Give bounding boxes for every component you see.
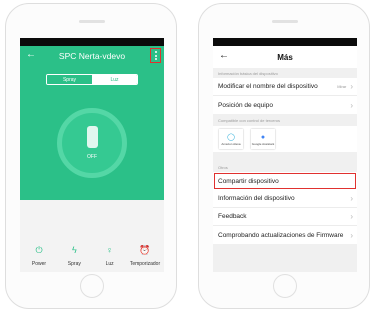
alarm-icon: ⏰ (139, 245, 151, 255)
modify-name-row[interactable]: Modificar el nombre del dispositivo Mira… (213, 78, 357, 96)
firmware-label: Comprobando actualizaciones de Firmware (218, 231, 344, 239)
timer-button[interactable]: ⏰ Temporizador (128, 244, 162, 267)
tab-light[interactable]: Luz (92, 75, 137, 84)
home-button[interactable] (80, 274, 104, 298)
mode-toggle: Spray Luz (46, 74, 138, 85)
spray-label: Spray (67, 261, 81, 267)
google-assistant-name: Google Assistant (251, 141, 275, 146)
power-icon: ⏻ (35, 245, 43, 255)
feedback-label: Feedback (218, 213, 247, 220)
app-header: ← SPC Nerta-vdevo (20, 46, 164, 66)
diffuser-icon (86, 126, 98, 148)
device-power-circle[interactable]: OFF (57, 108, 127, 178)
modify-name-value: Mirar (337, 84, 347, 89)
device-state-label: OFF (87, 154, 97, 160)
google-assistant-card[interactable]: ● Google Assistant (251, 129, 275, 149)
light-label: Luz (105, 261, 114, 267)
share-device-label: Compartir dispositivo (218, 177, 279, 185)
back-arrow-icon[interactable]: ← (219, 50, 229, 61)
light-button[interactable]: ♀ Luz (93, 244, 127, 267)
share-device-row[interactable]: Compartir dispositivo (213, 172, 357, 190)
feedback-row[interactable]: Feedback › (213, 208, 357, 226)
home-button[interactable] (273, 274, 297, 298)
settings-header: ← Más (213, 46, 357, 68)
google-assistant-icon: ● (260, 133, 266, 141)
speaker-slot (272, 20, 298, 23)
page-title: SPC Nerta-vdevo (58, 51, 126, 61)
bulb-icon: ♀ (106, 245, 114, 255)
chevron-right-icon: › (350, 194, 353, 203)
chevron-right-icon: › (350, 212, 353, 221)
position-label: Posición de equipo (218, 101, 273, 109)
spray-button[interactable]: ϟ Spray (57, 244, 91, 267)
more-settings-screen: ← Más Información básica del dispositivo… (213, 38, 357, 272)
section-basic-info: Información básica del dispositivo (218, 70, 278, 76)
alexa-name: Amazon Alexa (221, 141, 241, 146)
firmware-row[interactable]: Comprobando actualizaciones de Firmware … (213, 226, 357, 244)
chevron-right-icon: › (350, 82, 353, 91)
device-info-row[interactable]: Información del dispositivo › (213, 190, 357, 208)
position-row[interactable]: Posición de equipo › (213, 96, 357, 114)
section-assistants: Compatible con control de terceros (218, 117, 281, 123)
tab-spray[interactable]: Spray (47, 75, 92, 84)
chevron-right-icon: › (350, 230, 353, 240)
status-bar (20, 38, 164, 46)
assistants-row: ◯ Amazon Alexa ● Google Assistant (213, 126, 357, 152)
device-info-label: Información del dispositivo (218, 195, 295, 202)
more-menu-icon[interactable] (150, 48, 161, 63)
power-button[interactable]: ⏻ Power (22, 244, 56, 267)
device-panel: Spray Luz OFF (20, 66, 164, 200)
page-title: Más (277, 52, 293, 62)
device-control-screen: ← SPC Nerta-vdevo Spray Luz OFF ⏻ Power … (20, 38, 164, 272)
right-phone-frame: ← Más Información básica del dispositivo… (198, 3, 370, 309)
chevron-right-icon: › (350, 100, 353, 110)
alexa-icon: ◯ (227, 133, 235, 141)
bottom-controls: ⏻ Power ϟ Spray ♀ Luz ⏰ Temporizador (20, 244, 164, 267)
alexa-card[interactable]: ◯ Amazon Alexa (219, 129, 243, 149)
spray-icon: ϟ (71, 245, 77, 255)
timer-label: Temporizador (129, 261, 161, 267)
power-label: Power (31, 261, 47, 267)
speaker-slot (79, 20, 105, 23)
status-bar (213, 38, 357, 46)
back-arrow-icon[interactable]: ← (26, 49, 36, 60)
modify-name-label: Modificar el nombre del dispositivo (218, 83, 318, 90)
section-others: Otros (218, 164, 228, 170)
left-phone-frame: ← SPC Nerta-vdevo Spray Luz OFF ⏻ Power … (5, 3, 177, 309)
